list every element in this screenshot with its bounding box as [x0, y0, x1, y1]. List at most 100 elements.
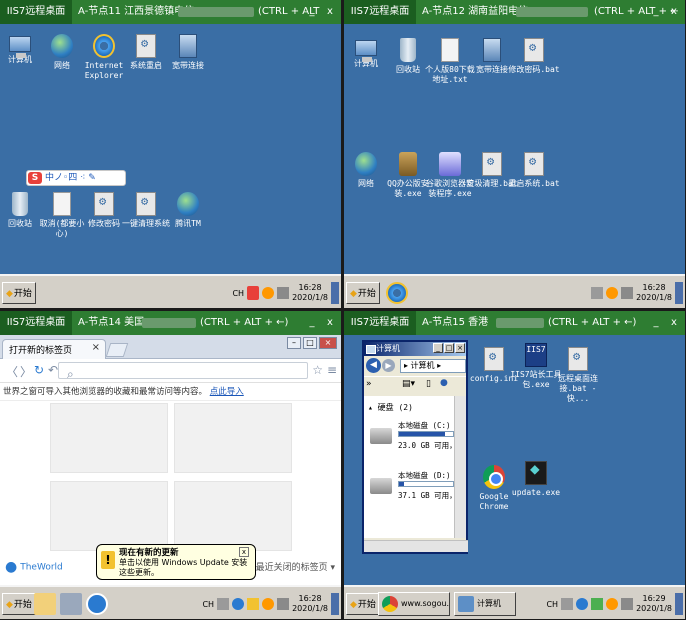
show-desktop-button[interactable]	[675, 282, 683, 304]
network-tray-icon[interactable]	[277, 287, 290, 299]
update-tray-icon[interactable]	[247, 598, 260, 610]
close-button[interactable]: x	[667, 311, 681, 335]
remote-panel-node12[interactable]: IIS7远程桌面 A-节点12 湖南益阳电信 (CTRL + ALT + ← _…	[344, 0, 685, 308]
icon-label: 系统重启	[130, 61, 162, 70]
speed-dial-tile[interactable]	[50, 403, 168, 473]
recently-closed-tabs[interactable]: 最近关闭的标签页 ▾	[256, 560, 335, 573]
back-icon[interactable]: ◀	[366, 358, 381, 373]
remote-panel-node11[interactable]: IIS7远程桌面 A-节点11 江西景德镇电信 (CTRL + ALT _ x …	[0, 0, 341, 308]
clock[interactable]: 16:29 2020/1/8	[636, 594, 672, 614]
minimize-button[interactable]: _	[305, 311, 319, 335]
theworld-task-icon[interactable]	[86, 593, 108, 615]
taskbar-explorer-window[interactable]: 计算机	[454, 592, 516, 616]
icon-label: 网络	[54, 61, 70, 70]
system-tray: 16:28 2020/1/8	[591, 280, 683, 306]
node-label: A-节点12 湖南益阳电信	[422, 6, 529, 17]
network-tray-icon[interactable]	[621, 287, 634, 299]
help-icon[interactable]: ●	[440, 378, 448, 388]
view-options-icon[interactable]: ▤▾	[402, 379, 415, 389]
help-tray-icon[interactable]	[576, 598, 589, 610]
minimize-button[interactable]: _	[305, 0, 319, 24]
section-header-hard-disks[interactable]: ▴ 硬盘 (2)	[368, 402, 413, 413]
explorer-window[interactable]: 计算机 _ □ × ◀ ▶ ▸ 计算机 ▸ » ▤▾ ▯ ● ▴ 硬盘 (2)	[362, 340, 468, 554]
close-icon[interactable]: x	[239, 547, 249, 557]
desktop-icon-tm[interactable]: 腾讯TM	[162, 192, 214, 229]
desktop-icon-update[interactable]: update.exe	[510, 461, 562, 498]
security-tray-icon[interactable]	[262, 287, 275, 299]
minimize-button[interactable]: _	[649, 311, 663, 335]
start-button[interactable]: 开始	[2, 282, 36, 304]
vertical-scrollbar[interactable]	[454, 396, 466, 538]
language-indicator[interactable]: CH	[546, 600, 558, 609]
speed-dial-tile[interactable]	[174, 403, 292, 473]
menu-icon[interactable]: ≡	[327, 363, 337, 377]
back-icon[interactable]: 〈	[6, 363, 18, 380]
clock-date: 2020/1/8	[292, 604, 328, 613]
desktop-icon-rdp-shortcut[interactable]: 远程桌面连接.bat - 快...	[552, 347, 604, 404]
language-indicator[interactable]: CH	[232, 289, 244, 298]
forward-icon[interactable]: ▶	[382, 359, 395, 372]
window-maximize-button[interactable]: □	[303, 337, 317, 349]
minimize-button[interactable]: _	[433, 343, 443, 353]
security-tray-icon[interactable]	[606, 598, 619, 610]
speed-dial-tile[interactable]	[50, 481, 168, 551]
remote-panel-node14[interactable]: IIS7远程桌面 A-节点14 美国 (CTRL + ALT + ←) _ x …	[0, 311, 341, 619]
keyboard-tray-icon[interactable]	[591, 287, 604, 299]
taskbar-chrome-window[interactable]: www.sogou.us ...	[378, 592, 450, 616]
sogou-tray-icon[interactable]	[247, 286, 260, 300]
server-manager-icon[interactable]	[60, 593, 82, 615]
drive-c[interactable]: 本地磁盘 (C:) 23.0 GB 可用，共	[368, 418, 464, 458]
close-button[interactable]: x	[667, 0, 681, 24]
ie-quicklaunch-icon[interactable]	[386, 282, 408, 304]
folder-quicklaunch-icon[interactable]	[34, 593, 56, 615]
network-tray-icon[interactable]	[277, 598, 290, 610]
preview-pane-icon[interactable]: ▯	[426, 379, 431, 389]
start-button[interactable]: 开始	[346, 593, 380, 615]
clock[interactable]: 16:28 2020/1/8	[636, 283, 672, 303]
remote-panel-node15[interactable]: IIS7远程桌面 A-节点15 香港 (CTRL + ALT + ←) _ x …	[344, 311, 685, 619]
address-breadcrumb[interactable]: ▸ 计算机 ▸	[400, 359, 466, 373]
network-tray-icon[interactable]	[621, 598, 634, 610]
desktop-icon-change-password[interactable]: 修改密码.bat	[508, 38, 560, 75]
keyboard-tray-icon[interactable]	[217, 598, 230, 610]
clock[interactable]: 16:28 2020/1/8	[292, 594, 328, 614]
keyboard-tray-icon[interactable]	[561, 598, 574, 610]
language-indicator[interactable]: CH	[202, 600, 214, 609]
show-desktop-button[interactable]	[331, 593, 339, 615]
address-bar[interactable]: ⌕	[58, 362, 308, 381]
drive-d[interactable]: 本地磁盘 (D:) 37.1 GB 可用，共	[368, 468, 464, 508]
close-tab-icon[interactable]: ×	[92, 342, 100, 353]
desktop-icon-restart[interactable]: 重启系统.bat	[508, 152, 560, 189]
maximize-button[interactable]: □	[444, 343, 454, 353]
refresh-icon[interactable]: ↻	[34, 363, 44, 377]
clock[interactable]: 16:28 2020/1/8	[292, 283, 328, 303]
help-tray-icon[interactable]	[232, 598, 245, 610]
monitor-tray-icon[interactable]	[591, 598, 604, 610]
favorite-star-icon[interactable]: ☆	[312, 363, 323, 377]
forward-icon[interactable]: 〉	[20, 363, 32, 380]
security-tray-icon[interactable]	[262, 598, 275, 610]
undo-icon[interactable]: ↶	[48, 363, 58, 377]
import-link[interactable]: 点此导入	[210, 387, 244, 397]
close-button[interactable]: x	[323, 0, 337, 24]
window-close-button[interactable]: ×	[319, 337, 337, 349]
start-button[interactable]: 开始	[2, 593, 36, 615]
horizontal-scrollbar[interactable]	[364, 540, 468, 552]
show-desktop-button[interactable]	[675, 593, 683, 615]
new-tab-button[interactable]	[105, 343, 129, 357]
window-minimize-button[interactable]: –	[287, 337, 301, 349]
browser-tab[interactable]: 打开新的标签页 ×	[2, 339, 106, 359]
explorer-nav-bar: ◀ ▶ ▸ 计算机 ▸	[364, 356, 466, 376]
close-button[interactable]: ×	[455, 343, 465, 353]
speed-dial-tile[interactable]	[174, 481, 292, 551]
desktop-icon-broadband[interactable]: 宽带连接	[162, 34, 214, 71]
close-button[interactable]: x	[323, 311, 337, 335]
start-button[interactable]: 开始	[346, 282, 380, 304]
security-tray-icon[interactable]	[606, 287, 619, 299]
update-notification-balloon[interactable]: ! 现在有新的更新 单击以使用 Windows Update 安装这些更新。 x	[96, 544, 256, 580]
sogou-ime-toolbar[interactable]: S 中ノ◦四 ⁖ ✎	[26, 170, 126, 186]
clock-date: 2020/1/8	[636, 604, 672, 613]
minimize-button[interactable]: _	[649, 0, 663, 24]
more-tools-icon[interactable]: »	[366, 379, 372, 389]
show-desktop-button[interactable]	[331, 282, 339, 304]
